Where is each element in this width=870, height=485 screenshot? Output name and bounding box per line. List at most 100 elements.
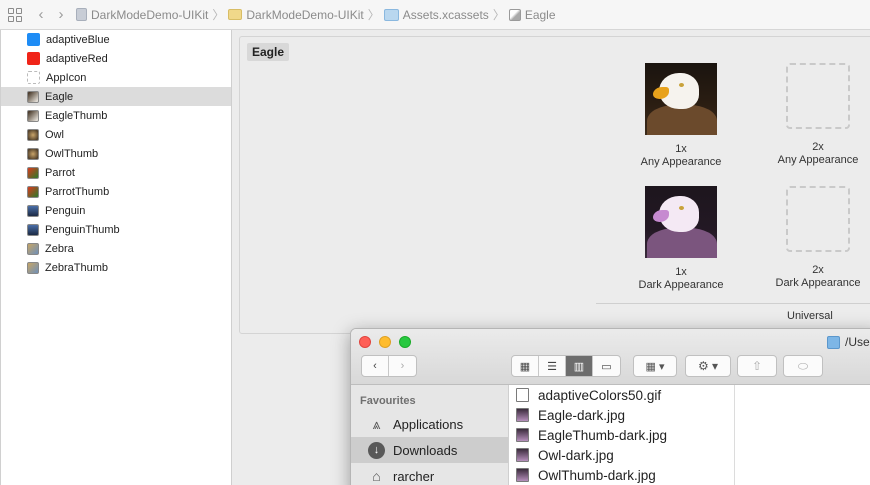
asset-row-label: AppIcon	[46, 71, 87, 84]
asset-row-label: Parrot	[45, 166, 75, 179]
asset-row-owl[interactable]: Owl	[1, 125, 231, 144]
asset-row-penguinthumb[interactable]: PenguinThumb	[1, 220, 231, 239]
forward-chevron-icon[interactable]: ›	[56, 6, 66, 23]
file-name: EagleThumb-dark.jpg	[538, 427, 668, 443]
breadcrumb-separator: 〉	[212, 8, 225, 22]
slot-2x-dark[interactable]: 2x Dark Appearance	[768, 186, 868, 290]
downloads-icon: ↓	[368, 441, 385, 459]
slot-1x-dark[interactable]: 1x Dark Appearance	[636, 186, 726, 292]
group-by-button[interactable]: ▦ ▾	[633, 355, 677, 377]
image-set-icon	[508, 8, 521, 21]
asset-row-parrotthumb[interactable]: ParrotThumb	[1, 182, 231, 201]
related-items-grid-icon[interactable]	[8, 7, 22, 22]
icon-view-icon[interactable]: ▦	[512, 356, 539, 376]
asset-row-label: Eagle	[45, 90, 74, 103]
list-view-icon[interactable]: ☰	[539, 356, 566, 376]
asset-row-label: Owl	[45, 128, 64, 141]
file-row[interactable]: Eagle-dark.jpg	[509, 405, 734, 425]
image-thumbnail-icon	[27, 90, 39, 103]
file-row[interactable]: EagleThumb-dark.jpg	[509, 425, 734, 445]
sidebar-item-label: Downloads	[393, 442, 458, 458]
breadcrumb-image-set[interactable]: Eagle	[508, 7, 556, 22]
breadcrumb-xcassets[interactable]: Assets.xcassets 〉	[383, 6, 509, 23]
color-swatch-icon	[27, 33, 40, 46]
image-thumbnail-icon	[27, 109, 39, 122]
sidebar-item-applications[interactable]: ⩓ Applications	[351, 411, 508, 437]
empty-image-well[interactable]	[786, 63, 850, 129]
asset-row-label: Penguin	[45, 204, 86, 217]
close-button[interactable]	[359, 336, 371, 348]
color-swatch-icon	[27, 52, 40, 65]
forward-chevron-icon[interactable]: ›	[389, 356, 416, 376]
sidebar-item-downloads[interactable]: ↓ Downloads	[351, 437, 508, 463]
gallery-view-icon[interactable]: ▭	[593, 356, 620, 376]
device-group-label: Universal	[787, 310, 833, 322]
back-chevron-icon[interactable]: ‹	[36, 6, 46, 23]
file-row[interactable]: adaptiveColors50.gif	[509, 385, 734, 405]
asset-list: adaptiveBlue adaptiveRed AppIcon Eagle Eagle…	[0, 30, 232, 485]
asset-row-appicon[interactable]: AppIcon	[1, 68, 231, 87]
eagle-dark-image-well[interactable]	[645, 186, 717, 258]
asset-row-label: OwlThumb	[45, 147, 99, 160]
breadcrumb-label: Eagle	[524, 7, 556, 22]
file-name: Eagle-dark.jpg	[538, 407, 626, 423]
asset-row-eaglethumb[interactable]: EagleThumb	[1, 106, 231, 125]
document-icon	[516, 388, 529, 402]
asset-row-parrot[interactable]: Parrot	[1, 163, 231, 182]
slot-2x-any[interactable]: 2x Any Appearance	[768, 63, 868, 167]
column-view-icon[interactable]: ▥	[566, 356, 593, 376]
file-name: Owl-dark.jpg	[538, 447, 614, 463]
zoom-button[interactable]	[399, 336, 411, 348]
gear-icon: ⚙ ▾	[697, 359, 719, 373]
image-set-panel: Eagle 1x Any Appearance 2x Any Appearanc…	[239, 36, 870, 334]
app-icon-placeholder-icon	[27, 71, 40, 84]
slot-scale-label: 2x	[812, 141, 824, 153]
breadcrumb-project[interactable]: DarkModeDemo-UIKit 〉	[76, 6, 228, 23]
file-row[interactable]: OwlThumb-dark.jpg	[509, 465, 734, 485]
asset-row-owlthumb[interactable]: OwlThumb	[1, 144, 231, 163]
image-thumbnail-icon	[27, 128, 39, 141]
asset-row-label: adaptiveRed	[46, 52, 108, 65]
file-column: adaptiveColors50.gif Eagle-dark.jpg EagleT…	[509, 385, 735, 485]
breadcrumb-separator: 〉	[492, 8, 505, 22]
xcode-window: ‹ › DarkModeDemo-UIKit 〉 DarkModeDemo-UI…	[0, 0, 870, 485]
asset-row-label: adaptiveBlue	[46, 33, 110, 46]
back-chevron-icon[interactable]: ‹	[362, 356, 389, 376]
finder-toolbar: /Use ‹ › ▦ ☰ ▥ ▭ ▦ ▾ ⚙ ▾ ⇧ ⬭	[351, 329, 870, 385]
divider	[596, 303, 870, 304]
tag-icon: ⬭	[797, 358, 809, 373]
slot-scale-label: 1x	[675, 266, 687, 278]
asset-row-penguin[interactable]: Penguin	[1, 201, 231, 220]
asset-row-adaptiveblue[interactable]: adaptiveBlue	[1, 30, 231, 49]
finder-window: /Use ‹ › ▦ ☰ ▥ ▭ ▦ ▾ ⚙ ▾ ⇧ ⬭ Favourites …	[350, 328, 870, 485]
sidebar-item-home[interactable]: ⌂ rarcher	[351, 463, 508, 485]
eagle-image-well[interactable]	[645, 63, 717, 135]
image-file-icon	[516, 468, 529, 482]
asset-row-zebrathumb[interactable]: ZebraThumb	[1, 258, 231, 277]
jump-bar: ‹ › DarkModeDemo-UIKit 〉 DarkModeDemo-UI…	[0, 0, 870, 30]
slot-scale-label: 1x	[675, 143, 687, 155]
action-button[interactable]: ⚙ ▾	[685, 355, 731, 377]
folder-icon	[228, 9, 243, 20]
asset-row-eagle[interactable]: Eagle	[1, 87, 231, 106]
home-icon: ⌂	[372, 468, 381, 484]
share-button[interactable]: ⇧	[737, 355, 777, 377]
asset-row-adaptivered[interactable]: adaptiveRed	[1, 49, 231, 68]
asset-row-label: Zebra	[45, 242, 74, 255]
tags-button[interactable]: ⬭	[783, 355, 823, 377]
sidebar-item-label: Applications	[393, 416, 464, 432]
empty-image-well[interactable]	[786, 186, 850, 252]
applications-icon: ⩓	[372, 415, 381, 432]
file-row[interactable]: Owl-dark.jpg	[509, 445, 734, 465]
file-name: OwlThumb-dark.jpg	[538, 467, 656, 483]
slot-1x-any[interactable]: 1x Any Appearance	[636, 63, 726, 169]
folder-icon	[827, 335, 840, 349]
image-thumbnail-icon	[27, 242, 39, 255]
asset-row-label: PenguinThumb	[45, 223, 120, 236]
asset-row-zebra[interactable]: Zebra	[1, 239, 231, 258]
minimize-button[interactable]	[379, 336, 391, 348]
slot-appearance-label: Dark Appearance	[775, 277, 861, 289]
project-icon	[76, 8, 87, 21]
breadcrumb-folder[interactable]: DarkModeDemo-UIKit 〉	[228, 6, 383, 23]
image-file-icon	[516, 408, 529, 422]
